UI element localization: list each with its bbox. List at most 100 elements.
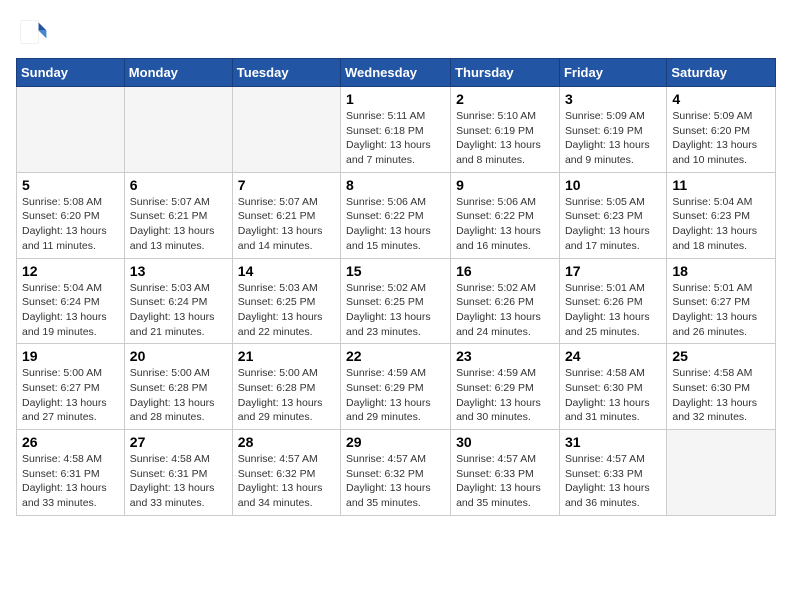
day-info: Sunrise: 5:00 AM Sunset: 6:28 PM Dayligh… (238, 366, 335, 425)
week-row-4: 26 Sunrise: 4:58 AM Sunset: 6:31 PM Dayli… (17, 430, 776, 516)
day-info: Sunrise: 5:01 AM Sunset: 6:26 PM Dayligh… (565, 281, 661, 340)
day-info: Sunrise: 5:03 AM Sunset: 6:24 PM Dayligh… (130, 281, 227, 340)
day-header-saturday: Saturday (667, 59, 776, 87)
day-cell: 17 Sunrise: 5:01 AM Sunset: 6:26 PM Dayli… (559, 258, 666, 344)
day-info: Sunrise: 5:08 AM Sunset: 6:20 PM Dayligh… (22, 195, 119, 254)
day-cell: 3Sunrise: 5:09 AM Sunset: 6:19 PM Daylig… (559, 87, 666, 173)
day-header-friday: Friday (559, 59, 666, 87)
day-cell: 12 Sunrise: 5:04 AM Sunset: 6:24 PM Dayli… (17, 258, 125, 344)
day-number: 28 (238, 434, 335, 450)
day-number: 10 (565, 177, 661, 193)
day-header-sunday: Sunday (17, 59, 125, 87)
page-header (16, 16, 776, 48)
day-number: 5 (22, 177, 119, 193)
day-number: 22 (346, 348, 445, 364)
day-number: 6 (130, 177, 227, 193)
day-info: Sunrise: 5:03 AM Sunset: 6:25 PM Dayligh… (238, 281, 335, 340)
week-row-0: 1 Sunrise: 5:11 AM Sunset: 6:18 PM Daylig… (17, 87, 776, 173)
day-info: Sunrise: 5:00 AM Sunset: 6:28 PM Dayligh… (130, 366, 227, 425)
day-info: Sunrise: 5:04 AM Sunset: 6:24 PM Dayligh… (22, 281, 119, 340)
day-number: 13 (130, 263, 227, 279)
day-cell: 7 Sunrise: 5:07 AM Sunset: 6:21 PM Daylig… (232, 172, 340, 258)
day-cell: 1 Sunrise: 5:11 AM Sunset: 6:18 PM Daylig… (341, 87, 451, 173)
day-number: 19 (22, 348, 119, 364)
day-number: 9 (456, 177, 554, 193)
day-cell: 15Sunrise: 5:02 AM Sunset: 6:25 PM Dayli… (341, 258, 451, 344)
day-number: 18 (672, 263, 770, 279)
day-info: Sunrise: 4:58 AM Sunset: 6:31 PM Dayligh… (22, 452, 119, 511)
day-cell: 9 Sunrise: 5:06 AM Sunset: 6:22 PM Daylig… (451, 172, 560, 258)
logo-icon (16, 16, 48, 48)
day-cell: 22 Sunrise: 4:59 AM Sunset: 6:29 PM Dayli… (341, 344, 451, 430)
day-cell (232, 87, 340, 173)
day-cell: 25 Sunrise: 4:58 AM Sunset: 6:30 PM Dayli… (667, 344, 776, 430)
calendar-table: SundayMondayTuesdayWednesdayThursdayFrid… (16, 58, 776, 516)
day-header-tuesday: Tuesday (232, 59, 340, 87)
day-number: 1 (346, 91, 445, 107)
day-info: Sunrise: 5:05 AM Sunset: 6:23 PM Dayligh… (565, 195, 661, 254)
day-info: Sunrise: 5:10 AM Sunset: 6:19 PM Dayligh… (456, 109, 554, 168)
day-cell: 23 Sunrise: 4:59 AM Sunset: 6:29 PM Dayli… (451, 344, 560, 430)
day-info: Sunrise: 5:01 AM Sunset: 6:27 PM Dayligh… (672, 281, 770, 340)
day-number: 4 (672, 91, 770, 107)
day-info: Sunrise: 4:57 AM Sunset: 6:32 PM Dayligh… (238, 452, 335, 511)
day-info: Sunrise: 5:07 AM Sunset: 6:21 PM Dayligh… (130, 195, 227, 254)
day-number: 29 (346, 434, 445, 450)
day-header-wednesday: Wednesday (341, 59, 451, 87)
day-number: 11 (672, 177, 770, 193)
day-cell: 16 Sunrise: 5:02 AM Sunset: 6:26 PM Dayli… (451, 258, 560, 344)
day-header-thursday: Thursday (451, 59, 560, 87)
day-cell: 2 Sunrise: 5:10 AM Sunset: 6:19 PM Daylig… (451, 87, 560, 173)
day-cell (17, 87, 125, 173)
day-number: 25 (672, 348, 770, 364)
day-cell: 6 Sunrise: 5:07 AM Sunset: 6:21 PM Daylig… (124, 172, 232, 258)
day-cell: 18 Sunrise: 5:01 AM Sunset: 6:27 PM Dayli… (667, 258, 776, 344)
day-cell (667, 430, 776, 516)
day-info: Sunrise: 5:02 AM Sunset: 6:26 PM Dayligh… (456, 281, 554, 340)
calendar-header-row: SundayMondayTuesdayWednesdayThursdayFrid… (17, 59, 776, 87)
day-info: Sunrise: 5:07 AM Sunset: 6:21 PM Dayligh… (238, 195, 335, 254)
day-info: Sunrise: 4:59 AM Sunset: 6:29 PM Dayligh… (456, 366, 554, 425)
day-info: Sunrise: 5:02 AM Sunset: 6:25 PM Dayligh… (346, 281, 445, 340)
day-cell: 28 Sunrise: 4:57 AM Sunset: 6:32 PM Dayli… (232, 430, 340, 516)
day-cell: 11Sunrise: 5:04 AM Sunset: 6:23 PM Dayli… (667, 172, 776, 258)
day-info: Sunrise: 4:57 AM Sunset: 6:33 PM Dayligh… (456, 452, 554, 511)
day-number: 17 (565, 263, 661, 279)
day-number: 26 (22, 434, 119, 450)
day-info: Sunrise: 5:09 AM Sunset: 6:20 PM Dayligh… (672, 109, 770, 168)
day-number: 23 (456, 348, 554, 364)
day-number: 14 (238, 263, 335, 279)
day-number: 30 (456, 434, 554, 450)
day-number: 20 (130, 348, 227, 364)
day-number: 27 (130, 434, 227, 450)
day-cell: 26 Sunrise: 4:58 AM Sunset: 6:31 PM Dayli… (17, 430, 125, 516)
day-number: 12 (22, 263, 119, 279)
day-info: Sunrise: 5:06 AM Sunset: 6:22 PM Dayligh… (346, 195, 445, 254)
day-info: Sunrise: 4:58 AM Sunset: 6:30 PM Dayligh… (672, 366, 770, 425)
day-cell: 5 Sunrise: 5:08 AM Sunset: 6:20 PM Daylig… (17, 172, 125, 258)
day-info: Sunrise: 5:11 AM Sunset: 6:18 PM Dayligh… (346, 109, 445, 168)
day-header-monday: Monday (124, 59, 232, 87)
day-cell: 30 Sunrise: 4:57 AM Sunset: 6:33 PM Dayli… (451, 430, 560, 516)
day-number: 8 (346, 177, 445, 193)
day-info: Sunrise: 4:58 AM Sunset: 6:31 PM Dayligh… (130, 452, 227, 511)
day-info: Sunrise: 5:09 AM Sunset: 6:19 PM Dayligh… (565, 109, 661, 168)
day-cell: 14 Sunrise: 5:03 AM Sunset: 6:25 PM Dayli… (232, 258, 340, 344)
day-number: 7 (238, 177, 335, 193)
day-number: 21 (238, 348, 335, 364)
day-info: Sunrise: 4:58 AM Sunset: 6:30 PM Dayligh… (565, 366, 661, 425)
day-cell: 8 Sunrise: 5:06 AM Sunset: 6:22 PM Daylig… (341, 172, 451, 258)
day-cell: 21 Sunrise: 5:00 AM Sunset: 6:28 PM Dayli… (232, 344, 340, 430)
week-row-3: 19 Sunrise: 5:00 AM Sunset: 6:27 PM Dayli… (17, 344, 776, 430)
day-cell: 10 Sunrise: 5:05 AM Sunset: 6:23 PM Dayli… (559, 172, 666, 258)
day-info: Sunrise: 4:59 AM Sunset: 6:29 PM Dayligh… (346, 366, 445, 425)
day-info: Sunrise: 5:06 AM Sunset: 6:22 PM Dayligh… (456, 195, 554, 254)
day-number: 16 (456, 263, 554, 279)
day-cell: 31Sunrise: 4:57 AM Sunset: 6:33 PM Dayli… (559, 430, 666, 516)
day-cell: 13 Sunrise: 5:03 AM Sunset: 6:24 PM Dayli… (124, 258, 232, 344)
day-cell: 29Sunrise: 4:57 AM Sunset: 6:32 PM Dayli… (341, 430, 451, 516)
day-cell: 4 Sunrise: 5:09 AM Sunset: 6:20 PM Daylig… (667, 87, 776, 173)
day-info: Sunrise: 5:00 AM Sunset: 6:27 PM Dayligh… (22, 366, 119, 425)
day-number: 2 (456, 91, 554, 107)
day-info: Sunrise: 4:57 AM Sunset: 6:33 PM Dayligh… (565, 452, 661, 511)
